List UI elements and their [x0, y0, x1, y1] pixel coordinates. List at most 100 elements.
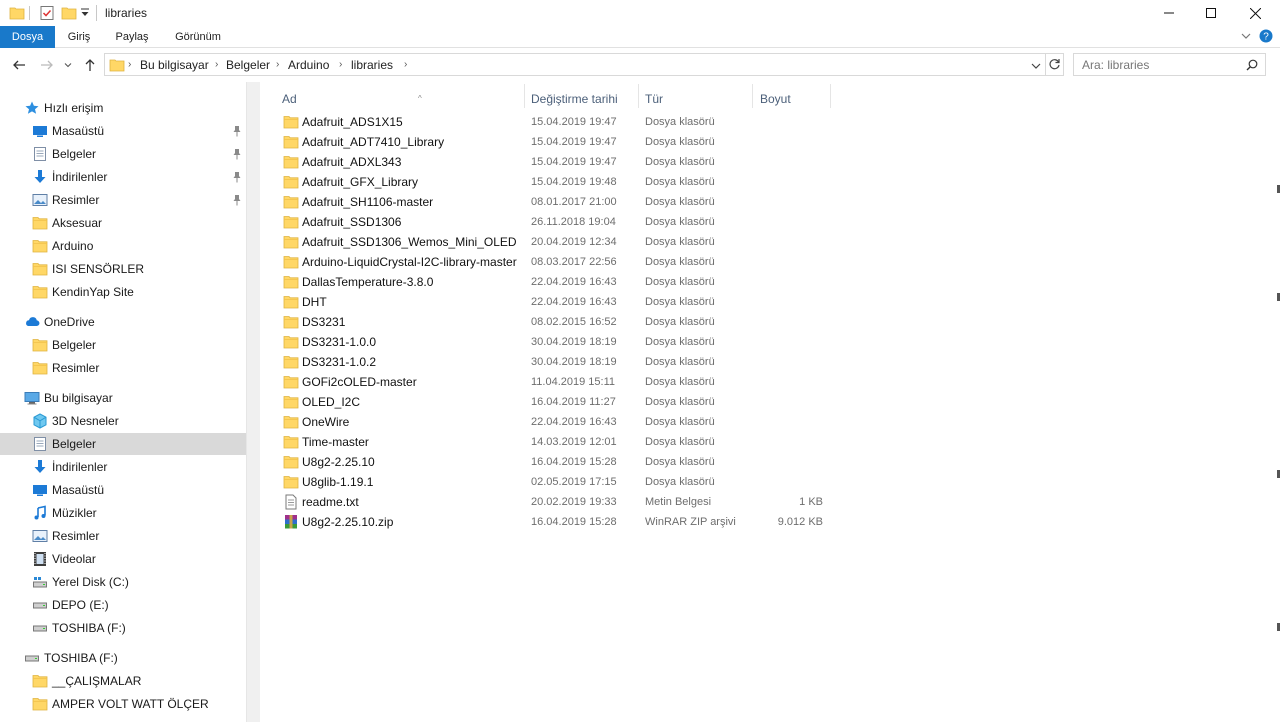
- help-icon[interactable]: ?: [1259, 29, 1273, 46]
- table-row[interactable]: Adafruit_SSD1306_Wemos_Mini_OLED 20.04.20…: [261, 232, 1061, 252]
- pin-icon[interactable]: [232, 194, 242, 206]
- sidebar-item-belgeler[interactable]: Belgeler: [0, 334, 246, 356]
- sidebar-item-masa-st[interactable]: Masaüstü: [0, 479, 246, 501]
- table-row[interactable]: DS3231 08.02.2015 16:52 Dosya klasörü: [261, 312, 1061, 332]
- nav-scrollbar[interactable]: [246, 82, 260, 722]
- table-row[interactable]: Adafruit_ADT7410_Library 15.04.2019 19:47…: [261, 132, 1061, 152]
- table-row[interactable]: U8glib-1.19.1 02.05.2019 17:15 Dosya klasö…: [261, 472, 1061, 492]
- sidebar-item-label: TOSHIBA (F:): [52, 621, 126, 635]
- search-input[interactable]: Ara: libraries: [1082, 58, 1149, 72]
- table-row[interactable]: Adafruit_SH1106-master 08.01.2017 21:00 Do…: [261, 192, 1061, 212]
- sidebar-item-isi-sens-rler[interactable]: ISI SENSÖRLER: [0, 258, 246, 280]
- table-row[interactable]: DS3231-1.0.2 30.04.2019 18:19 Dosya klasör…: [261, 352, 1061, 372]
- tab-file[interactable]: Dosya: [0, 26, 55, 48]
- column-divider[interactable]: [752, 84, 753, 108]
- maximize-button[interactable]: [1188, 0, 1234, 26]
- table-row[interactable]: U8g2-2.25.10 16.04.2019 15:28 Dosya klasör…: [261, 452, 1061, 472]
- address-bar[interactable]: › Bu bilgisayar › Belgeler › Arduino › l…: [104, 53, 1064, 76]
- sidebar-item-3d-nesneler[interactable]: 3D Nesneler: [0, 410, 246, 432]
- column-divider[interactable]: [638, 84, 639, 108]
- address-history-button[interactable]: [1031, 60, 1041, 74]
- minimize-button[interactable]: [1146, 0, 1192, 26]
- nav-toshiba-drive[interactable]: TOSHIBA (F:): [0, 647, 246, 669]
- column-header-type[interactable]: Tür: [645, 87, 745, 111]
- sidebar-item-kendinyap-site[interactable]: KendinYap Site: [0, 281, 246, 303]
- table-row[interactable]: OneWire 22.04.2019 16:43 Dosya klasörü: [261, 412, 1061, 432]
- sidebar-item-label: Masaüstü: [52, 483, 105, 497]
- pin-icon[interactable]: [232, 171, 242, 183]
- sidebar-item-resimler[interactable]: Resimler: [0, 525, 246, 547]
- tab-home[interactable]: Giriş: [58, 26, 100, 48]
- column-divider[interactable]: [524, 84, 525, 108]
- table-row[interactable]: Time-master 14.03.2019 12:01 Dosya klasörü: [261, 432, 1061, 452]
- breadcrumb-separator-icon[interactable]: ›: [404, 59, 407, 70]
- breadcrumb-documents[interactable]: Belgeler: [226, 58, 270, 72]
- sidebar-item-resimler[interactable]: Resimler: [0, 357, 246, 379]
- sidebar-item-belgeler[interactable]: Belgeler: [0, 143, 246, 165]
- breadcrumb-separator-icon[interactable]: ›: [128, 59, 131, 70]
- sidebar-item-m-zikler[interactable]: Müzikler: [0, 502, 246, 524]
- up-button[interactable]: [81, 56, 99, 74]
- search-box[interactable]: Ara: libraries: [1073, 53, 1266, 76]
- column-label: Ad: [282, 92, 297, 106]
- new-folder-icon[interactable]: [61, 5, 77, 21]
- customize-toolbar-icon[interactable]: [80, 7, 90, 22]
- sidebar-item-depo-e[interactable]: DEPO (E:): [0, 594, 246, 616]
- folder-icon[interactable]: [9, 5, 25, 21]
- table-row[interactable]: Adafruit_ADXL343 15.04.2019 19:47 Dosya kl…: [261, 152, 1061, 172]
- sidebar-item-arduino[interactable]: Arduino: [0, 235, 246, 257]
- refresh-button[interactable]: [1048, 58, 1061, 74]
- expand-ribbon-icon[interactable]: [1240, 30, 1252, 45]
- table-row[interactable]: U8g2-2.25.10.zip 16.04.2019 15:28 WinRAR Z…: [261, 512, 1061, 532]
- breadcrumb-separator-icon[interactable]: ›: [215, 59, 218, 70]
- forward-button[interactable]: [38, 56, 56, 74]
- sidebar-item-videolar[interactable]: Videolar: [0, 548, 246, 570]
- close-button[interactable]: [1232, 0, 1278, 26]
- search-icon[interactable]: [1246, 59, 1258, 74]
- column-header-name[interactable]: Ad ^: [282, 87, 524, 111]
- sidebar-item-yerel-disk-c[interactable]: Yerel Disk (C:): [0, 571, 246, 593]
- sidebar-item-ali-malar[interactable]: __ÇALIŞMALAR: [0, 670, 246, 692]
- breadcrumb-separator-icon[interactable]: ›: [276, 59, 279, 70]
- drive-icon: [24, 650, 40, 666]
- tab-share[interactable]: Paylaş: [108, 26, 156, 48]
- folder-icon: [283, 254, 299, 270]
- nav-this-pc[interactable]: Bu bilgisayar: [0, 387, 246, 409]
- table-row[interactable]: Adafruit_ADS1X15 15.04.2019 19:47 Dosya kl…: [261, 112, 1061, 132]
- properties-icon[interactable]: [39, 5, 55, 24]
- table-row[interactable]: Arduino-LiquidCrystal-I2C-library-master…: [261, 252, 1061, 272]
- sidebar-item-resimler[interactable]: Resimler: [0, 189, 246, 211]
- sidebar-item-belgeler[interactable]: Belgeler: [0, 433, 246, 455]
- nav-quick-access[interactable]: Hızlı erişim: [0, 97, 246, 119]
- table-row[interactable]: OLED_I2C 16.04.2019 11:27 Dosya klasörü: [261, 392, 1061, 412]
- table-row[interactable]: Adafruit_SSD1306 26.11.2018 19:04 Dosya kl…: [261, 212, 1061, 232]
- back-button[interactable]: [10, 56, 28, 74]
- file-type: Dosya klasörü: [645, 476, 715, 488]
- recent-locations-button[interactable]: [61, 56, 75, 74]
- breadcrumb-separator-icon[interactable]: ›: [339, 59, 342, 70]
- sidebar-item-label: Resimler: [52, 361, 100, 375]
- column-header-date[interactable]: Değiştirme tarihi: [531, 87, 639, 111]
- column-header-size[interactable]: Boyut: [760, 87, 830, 111]
- table-row[interactable]: GOFi2cOLED-master 11.04.2019 15:11 Dosya k…: [261, 372, 1061, 392]
- table-row[interactable]: DallasTemperature-3.8.0 22.04.2019 16:43 D…: [261, 272, 1061, 292]
- nav-onedrive[interactable]: OneDrive: [0, 311, 246, 333]
- file-type: Dosya klasörü: [645, 176, 715, 188]
- sidebar-item-toshiba-f[interactable]: TOSHIBA (F:): [0, 617, 246, 639]
- table-row[interactable]: DHT 22.04.2019 16:43 Dosya klasörü: [261, 292, 1061, 312]
- sidebar-item-i-ndirilenler[interactable]: İndirilenler: [0, 456, 246, 478]
- table-row[interactable]: DS3231-1.0.0 30.04.2019 18:19 Dosya klasör…: [261, 332, 1061, 352]
- pin-icon[interactable]: [232, 125, 242, 137]
- table-row[interactable]: Adafruit_GFX_Library 15.04.2019 19:48 Dosy…: [261, 172, 1061, 192]
- sidebar-item-i-ndirilenler[interactable]: İndirilenler: [0, 166, 246, 188]
- breadcrumb-libraries[interactable]: libraries: [351, 58, 393, 72]
- tab-view[interactable]: Görünüm: [165, 26, 231, 48]
- table-row[interactable]: readme.txt 20.02.2019 19:33 Metin Belgesi 1…: [261, 492, 1061, 512]
- sidebar-item-masa-st[interactable]: Masaüstü: [0, 120, 246, 142]
- breadcrumb-arduino[interactable]: Arduino: [288, 58, 329, 72]
- sidebar-item-amper-volt-watt-l-er[interactable]: AMPER VOLT WATT ÖLÇER: [0, 693, 246, 715]
- sidebar-item-aksesuar[interactable]: Aksesuar: [0, 212, 246, 234]
- column-divider[interactable]: [830, 84, 831, 108]
- breadcrumb-this-pc[interactable]: Bu bilgisayar: [140, 58, 209, 72]
- pin-icon[interactable]: [232, 148, 242, 160]
